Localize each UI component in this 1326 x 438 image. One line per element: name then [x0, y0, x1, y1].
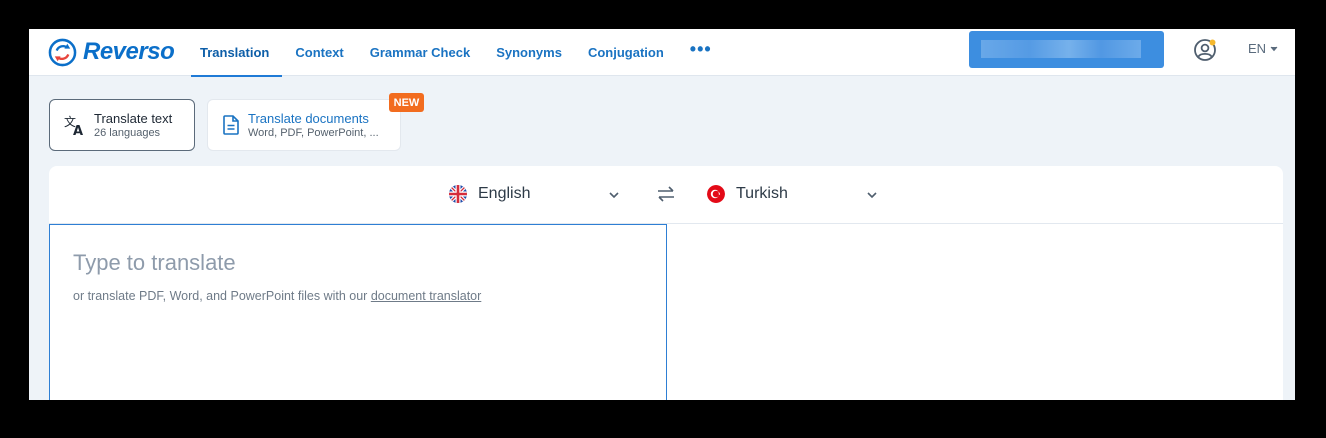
nav-context[interactable]: Context [282, 29, 356, 76]
target-text-area [667, 224, 1283, 400]
language-bar: English Turkish [49, 166, 1283, 224]
document-translator-hint: or translate PDF, Word, and PowerPoint f… [73, 289, 481, 303]
translate-documents-subtitle: Word, PDF, PowerPoint, ... [248, 126, 379, 139]
translate-icon: 文 A [64, 114, 83, 136]
top-navigation-bar: Reverso Translation Context Grammar Chec… [29, 29, 1295, 77]
target-chevron-down-icon[interactable] [867, 190, 877, 200]
chevron-down-icon [1270, 46, 1278, 51]
app-window: Reverso Translation Context Grammar Chec… [29, 29, 1295, 400]
translate-text-card[interactable]: 文 A Translate text 26 languages [49, 99, 195, 151]
translate-documents-title: Translate documents [248, 110, 369, 126]
svg-text:A: A [73, 124, 83, 136]
translate-documents-card[interactable]: Translate documents Word, PDF, PowerPoin… [207, 99, 401, 151]
nav-synonyms[interactable]: Synonyms [483, 29, 575, 76]
blurred-content [981, 40, 1141, 58]
translate-text-subtitle: 26 languages [94, 126, 161, 139]
swap-languages-icon[interactable] [656, 186, 676, 202]
document-translator-link[interactable]: document translator [371, 289, 481, 303]
source-chevron-down-icon[interactable] [609, 190, 619, 200]
document-icon [223, 115, 239, 135]
blurred-header-button[interactable] [969, 31, 1164, 68]
nav-grammar-check[interactable]: Grammar Check [357, 29, 483, 76]
turkey-flag-icon [707, 185, 725, 203]
translator-panel: English Turkish Type to translate or tra… [49, 166, 1283, 400]
hint-text: or translate PDF, Word, and PowerPoint f… [73, 289, 371, 303]
nav-conjugation[interactable]: Conjugation [575, 29, 677, 76]
reverso-logo[interactable]: Reverso [48, 34, 175, 70]
logo-text: Reverso [83, 38, 175, 65]
ui-language-selector[interactable]: EN [1248, 41, 1278, 56]
more-menu-icon[interactable]: ••• [677, 29, 725, 76]
source-placeholder: Type to translate [73, 250, 236, 275]
target-language-selector[interactable]: Turkish [707, 185, 788, 203]
new-badge: NEW [389, 93, 424, 112]
uk-flag-icon [449, 185, 467, 203]
user-account-icon[interactable] [1193, 38, 1217, 62]
source-language-selector[interactable]: English [449, 185, 530, 203]
source-text-area[interactable]: Type to translate or translate PDF, Word… [49, 224, 667, 400]
translate-text-title: Translate text [94, 110, 173, 126]
nav-translation[interactable]: Translation [187, 29, 283, 77]
target-language-name: Turkish [736, 185, 788, 202]
main-nav: Translation Context Grammar Check Synony… [187, 29, 725, 77]
reverso-logo-icon [48, 38, 77, 66]
ui-language-label: EN [1248, 41, 1267, 56]
source-language-name: English [478, 185, 531, 202]
